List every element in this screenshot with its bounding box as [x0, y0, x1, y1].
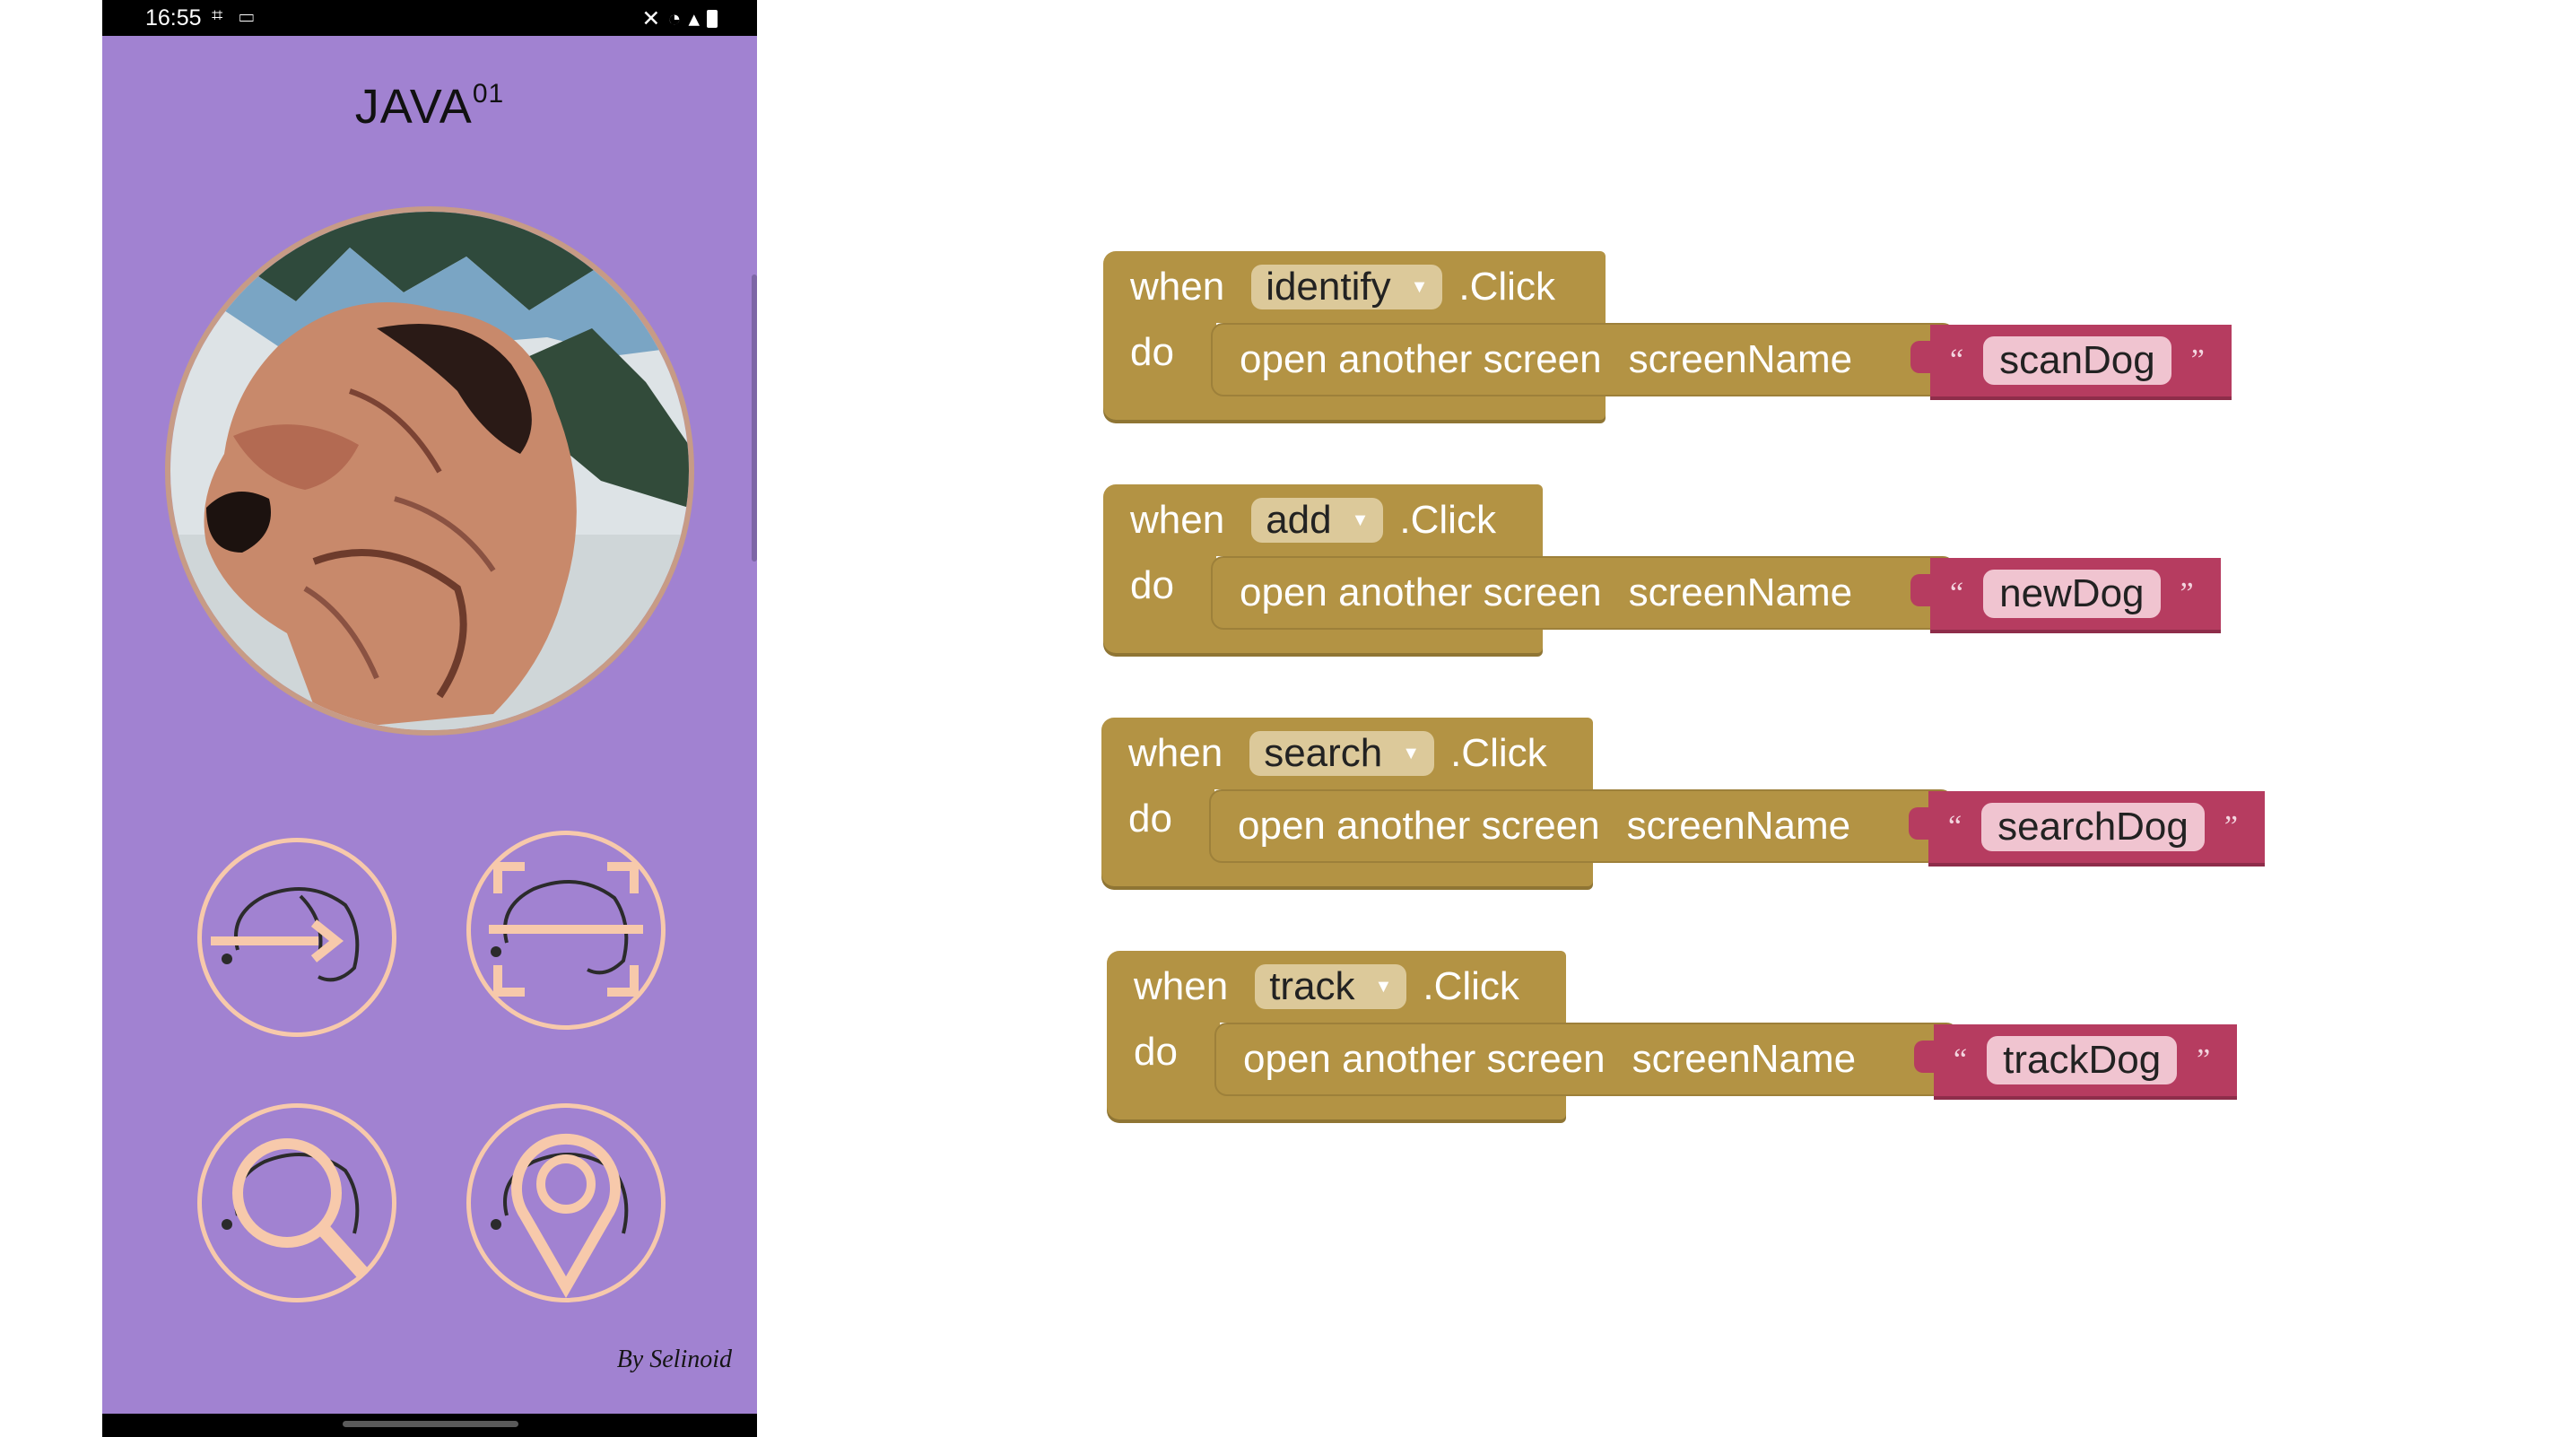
- dog-illustration: [170, 212, 689, 730]
- when-keyword: when: [1130, 498, 1225, 542]
- event-block-header[interactable]: when track ▼ .Click: [1107, 951, 1566, 1023]
- dropdown-caret-icon: ▼: [1402, 743, 1421, 763]
- text-string-block[interactable]: “ scanDog ”: [1910, 325, 2232, 396]
- open-screen-block[interactable]: open another screen screenName: [1211, 556, 1955, 630]
- home-handle[interactable]: [343, 1421, 518, 1427]
- open-quote: “: [1948, 810, 1962, 843]
- open-quote: “: [1950, 577, 1964, 610]
- dropdown-caret-icon: ▼: [1410, 276, 1429, 297]
- do-keyword: do: [1128, 797, 1172, 840]
- call-label: open another screen: [1243, 1037, 1606, 1081]
- open-quote: “: [1954, 1043, 1968, 1076]
- navigation-bar: [102, 1414, 757, 1437]
- when-keyword: when: [1134, 964, 1229, 1008]
- open-screen-block[interactable]: open another screen screenName: [1211, 323, 1955, 396]
- event-name: .Click: [1450, 731, 1547, 775]
- dropdown-caret-icon: ▼: [1374, 976, 1393, 997]
- close-quote: ”: [2197, 1043, 2211, 1076]
- call-label: open another screen: [1238, 804, 1600, 848]
- app-title-text: JAVA: [354, 80, 473, 134]
- param-label: screenName: [1628, 570, 1853, 614]
- status-system-icons: ✕ ◔ ▴: [641, 5, 718, 32]
- component-dropdown[interactable]: search ▼: [1249, 731, 1435, 776]
- wifi-icon: ◔: [667, 5, 682, 31]
- when-keyword: when: [1128, 731, 1223, 775]
- component-dropdown[interactable]: add ▼: [1251, 498, 1384, 543]
- param-label: screenName: [1626, 804, 1851, 848]
- string-value[interactable]: newDog: [1983, 570, 2161, 618]
- do-keyword: do: [1130, 563, 1174, 607]
- dog-scan-frame-icon: [489, 862, 643, 997]
- call-label: open another screen: [1240, 337, 1602, 381]
- string-value[interactable]: trackDog: [1987, 1036, 2178, 1084]
- phone-screen: 16:55 ⌗ ▭ ✕ ◔ ▴ JAVA01 By Selinoid: [102, 0, 757, 1437]
- signal-icon: ▴: [688, 6, 700, 31]
- dog-magnifier-icon: [222, 1138, 369, 1279]
- do-keyword: do: [1134, 1030, 1178, 1074]
- component-dropdown-label: identify: [1266, 265, 1391, 309]
- component-dropdown[interactable]: track ▼: [1255, 964, 1407, 1009]
- event-name: .Click: [1423, 964, 1519, 1008]
- event-block-header[interactable]: when identify ▼ .Click: [1103, 251, 1606, 323]
- dropdown-caret-icon: ▼: [1351, 509, 1370, 530]
- mute-icon: ✕: [641, 6, 661, 31]
- param-label: screenName: [1628, 337, 1853, 381]
- open-screen-block[interactable]: open another screen screenName: [1209, 789, 1954, 863]
- event-block-track[interactable]: when track ▼ .Click do open another scree…: [1107, 951, 2273, 1130]
- event-block-header[interactable]: when search ▼ .Click: [1101, 718, 1593, 789]
- event-name: .Click: [1399, 498, 1496, 542]
- do-keyword: do: [1130, 330, 1174, 374]
- component-dropdown-label: search: [1264, 731, 1383, 775]
- scan-icon-button[interactable]: [466, 831, 666, 1030]
- event-block-search[interactable]: when search ▼ .Click do open another scre…: [1101, 718, 2267, 897]
- event-block-identify[interactable]: when identify ▼ .Click do open another sc…: [1103, 251, 2269, 431]
- param-label: screenName: [1632, 1037, 1857, 1081]
- component-dropdown-label: add: [1266, 498, 1332, 542]
- component-dropdown-label: track: [1269, 964, 1355, 1008]
- string-value[interactable]: scanDog: [1983, 336, 2171, 385]
- app-title-superscript: 01: [472, 79, 505, 109]
- text-string-block[interactable]: “ trackDog ”: [1913, 1024, 2238, 1096]
- component-dropdown[interactable]: identify ▼: [1251, 265, 1443, 309]
- close-quote: ”: [2190, 344, 2205, 377]
- status-bar: 16:55 ⌗ ▭ ✕ ◔ ▴: [102, 0, 757, 36]
- credit-text: By Selinoid: [616, 1346, 732, 1373]
- close-quote: ”: [2224, 810, 2238, 843]
- close-quote: ”: [2180, 577, 2194, 610]
- when-keyword: when: [1130, 265, 1225, 309]
- dog-photo: [165, 206, 694, 736]
- event-name: .Click: [1458, 265, 1555, 309]
- text-string-block[interactable]: “ searchDog ”: [1909, 791, 2265, 863]
- dog-arrow-icon: [211, 887, 360, 982]
- status-notification-icons: ⌗ ▭: [212, 4, 260, 26]
- identify-icon-button[interactable]: [197, 838, 396, 1037]
- open-quote: “: [1950, 344, 1964, 377]
- dog-location-pin-icon: [491, 1133, 629, 1298]
- call-label: open another screen: [1240, 570, 1602, 614]
- scroll-indicator: [752, 274, 757, 562]
- app-title: JAVA01: [102, 79, 757, 135]
- open-screen-block[interactable]: open another screen screenName: [1214, 1023, 1959, 1096]
- event-block-add[interactable]: when add ▼ .Click do open another screen …: [1103, 484, 2269, 664]
- event-block-header[interactable]: when add ▼ .Click: [1103, 484, 1543, 556]
- track-icon-button[interactable]: [466, 1103, 666, 1302]
- status-time: 16:55: [145, 5, 202, 30]
- text-string-block[interactable]: “ newDog ”: [1910, 558, 2221, 630]
- search-icon-button[interactable]: [197, 1103, 396, 1302]
- string-value[interactable]: searchDog: [1981, 803, 2205, 851]
- battery-icon: [707, 10, 718, 28]
